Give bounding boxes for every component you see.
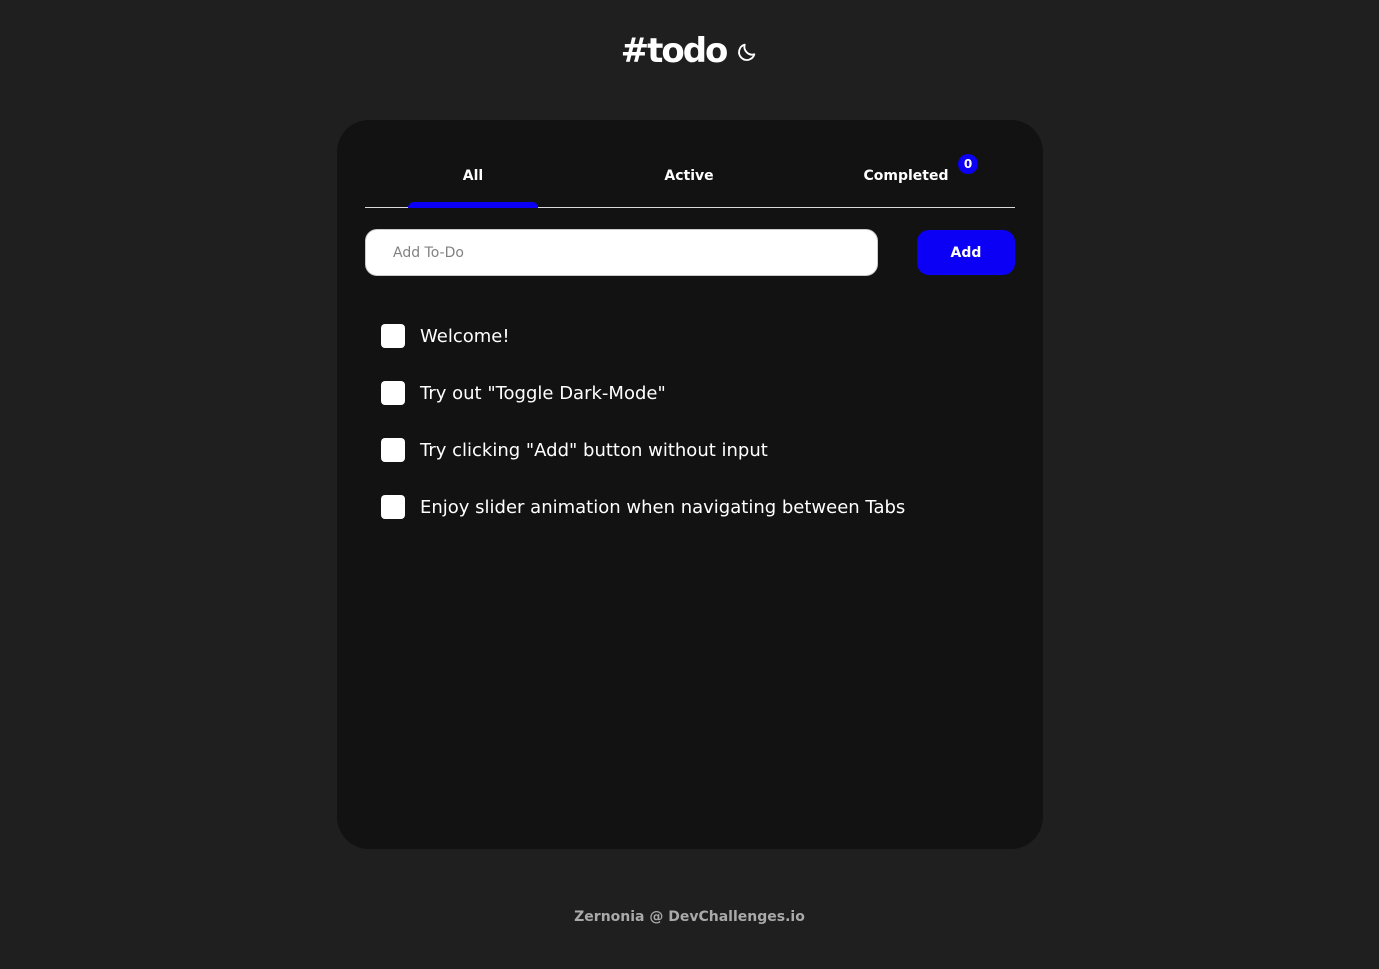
tab-all[interactable]: All: [365, 168, 581, 184]
todo-checkbox[interactable]: [381, 438, 405, 462]
todo-item: Try clicking "Add" button without input: [381, 438, 1001, 462]
todo-card: All Active Completed 0 Add Welcome! Try …: [337, 120, 1043, 849]
completed-count-badge: 0: [958, 154, 978, 174]
tab-completed[interactable]: Completed: [798, 168, 1014, 184]
add-button[interactable]: Add: [917, 230, 1015, 275]
todo-item: Welcome!: [381, 324, 1001, 348]
todo-checkbox[interactable]: [381, 381, 405, 405]
todo-checkbox[interactable]: [381, 324, 405, 348]
todo-text: Enjoy slider animation when navigating b…: [420, 496, 906, 518]
todo-text: Try clicking "Add" button without input: [420, 439, 768, 461]
app-title: #todo: [620, 31, 729, 71]
tab-slider-indicator: [408, 202, 538, 208]
todo-item: Enjoy slider animation when navigating b…: [381, 495, 1001, 519]
header: #todo: [0, 30, 1379, 72]
todo-text: Welcome!: [420, 325, 510, 347]
moon-icon[interactable]: [736, 41, 758, 63]
tab-bar: All Active Completed 0: [365, 120, 1015, 208]
add-todo-input[interactable]: [365, 229, 878, 276]
footer-credit: Zernonia @ DevChallenges.io: [574, 909, 805, 925]
todo-list: Welcome! Try out "Toggle Dark-Mode" Try …: [381, 324, 1001, 552]
todo-item: Try out "Toggle Dark-Mode": [381, 381, 1001, 405]
todo-checkbox[interactable]: [381, 495, 405, 519]
todo-text: Try out "Toggle Dark-Mode": [420, 382, 666, 404]
tab-active[interactable]: Active: [581, 168, 797, 184]
